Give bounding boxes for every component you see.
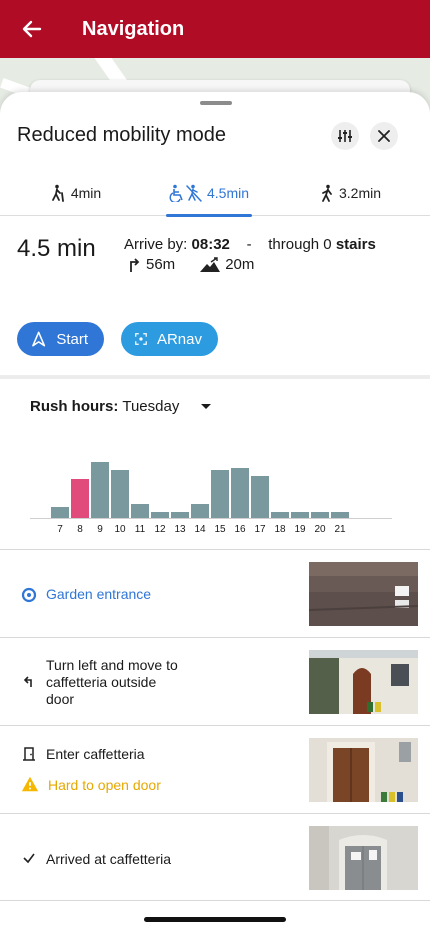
dropdown-caret-icon	[201, 404, 212, 409]
step-photo[interactable]	[309, 650, 418, 714]
back-button[interactable]	[0, 0, 64, 58]
home-indicator[interactable]	[144, 917, 286, 922]
step-photo[interactable]	[309, 562, 418, 626]
tab-walking-label: 3.2min	[338, 185, 382, 201]
elevation-icon	[200, 256, 221, 272]
route-step[interactable]: Garden entrance	[0, 549, 430, 637]
app-bar: Navigation	[0, 0, 430, 58]
turn-left-icon	[20, 672, 38, 690]
route-elevation: 20m	[225, 256, 255, 273]
walking-cane-icon	[51, 184, 64, 202]
arrival-info: Arrive by: 08:32 - through 0 stairs	[124, 236, 376, 253]
chart-bar	[311, 512, 329, 518]
close-icon	[378, 130, 390, 142]
start-button[interactable]: Start	[17, 322, 104, 356]
route-sheet: Reduced mobility mode 4min 4.5min 3.2min…	[0, 92, 430, 932]
ar-scan-icon	[135, 333, 147, 345]
rush-hours-label: Rush hours:	[30, 398, 119, 415]
route-step[interactable]: Turn left and move to caffetteria outsid…	[0, 637, 430, 725]
step-warning: Hard to open door	[48, 777, 161, 793]
stairs-label: stairs	[335, 236, 376, 253]
mode-tabs: 4min 4.5min 3.2min	[0, 170, 430, 217]
route-metrics: 56m 20m	[128, 256, 254, 273]
tab-wheelchair-label: 4.5min	[206, 185, 250, 201]
warning-icon	[21, 775, 39, 793]
chart-bar	[211, 470, 229, 518]
chart-baseline	[30, 518, 392, 519]
filter-button[interactable]	[331, 122, 359, 150]
tab-cane[interactable]: 4min	[30, 170, 120, 216]
step-text-line: caffetteria outside	[46, 674, 157, 690]
chart-bar	[271, 512, 289, 518]
wheelchair-icon	[169, 184, 202, 202]
rush-hours-day: Tuesday	[122, 398, 180, 415]
radio-dot-icon	[20, 586, 38, 604]
route-distance: 56m	[146, 256, 176, 273]
step-text: Garden entrance	[46, 586, 152, 602]
rush-hours-selector[interactable]: Rush hours: Tuesday	[30, 398, 212, 415]
start-button-label: Start	[56, 330, 88, 348]
close-button[interactable]	[370, 122, 398, 150]
door-icon	[20, 745, 38, 763]
chart-bar	[191, 504, 209, 518]
sliders-icon	[338, 130, 352, 142]
back-arrow-icon	[22, 20, 42, 38]
route-step[interactable]: Arrived at caffetteria	[0, 813, 430, 901]
sheet-title: Reduced mobility mode	[17, 124, 226, 146]
arrive-separator: -	[246, 236, 252, 253]
chart-bar	[111, 470, 129, 518]
turn-distance-icon	[130, 257, 140, 272]
step-text: Turn left and move to caffetteria outsid…	[46, 657, 206, 708]
section-divider	[0, 375, 430, 379]
route-step[interactable]: Enter caffetteria Hard to open door	[0, 725, 430, 813]
tab-walking[interactable]: 3.2min	[300, 170, 400, 216]
navigation-arrow-icon	[32, 331, 46, 347]
step-photo[interactable]	[309, 826, 418, 890]
arrive-label: Arrive by:	[124, 236, 188, 253]
ar-nav-button[interactable]: ARnav	[121, 322, 218, 356]
step-photo[interactable]	[309, 738, 418, 802]
route-duration: 4.5 min	[17, 235, 96, 262]
arrive-time: 08:32	[191, 236, 230, 253]
through-label: through 0	[268, 236, 332, 253]
chart-bar	[91, 462, 109, 518]
chart-bar	[231, 468, 249, 518]
checkmark-icon	[20, 849, 38, 867]
walking-icon	[322, 184, 332, 202]
chart-bar	[71, 479, 89, 518]
tab-wheelchair[interactable]: 4.5min	[166, 170, 252, 217]
active-tab-indicator	[166, 214, 252, 217]
sheet-drag-handle[interactable]	[200, 101, 232, 105]
chart-bar	[291, 512, 309, 518]
ar-button-label: ARnav	[156, 330, 202, 348]
chart-bar	[131, 504, 149, 518]
tab-cane-label: 4min	[70, 185, 102, 201]
chart-tick-label: 21	[334, 524, 346, 535]
chart-bar	[251, 476, 269, 518]
chart-bar	[171, 512, 189, 518]
chart-bar	[331, 512, 349, 518]
chart-bar	[51, 507, 69, 518]
step-text-line: Turn left and move to	[46, 657, 178, 673]
page-title: Navigation	[82, 17, 185, 40]
step-text: Enter caffetteria	[46, 746, 145, 762]
rush-hours-chart: 7 8 9 10 11 12 13 14 15 16 17 18 19 20 21	[30, 442, 392, 542]
step-text: Arrived at caffetteria	[46, 851, 172, 867]
chart-bar	[151, 512, 169, 518]
step-text-line: door	[46, 691, 75, 707]
